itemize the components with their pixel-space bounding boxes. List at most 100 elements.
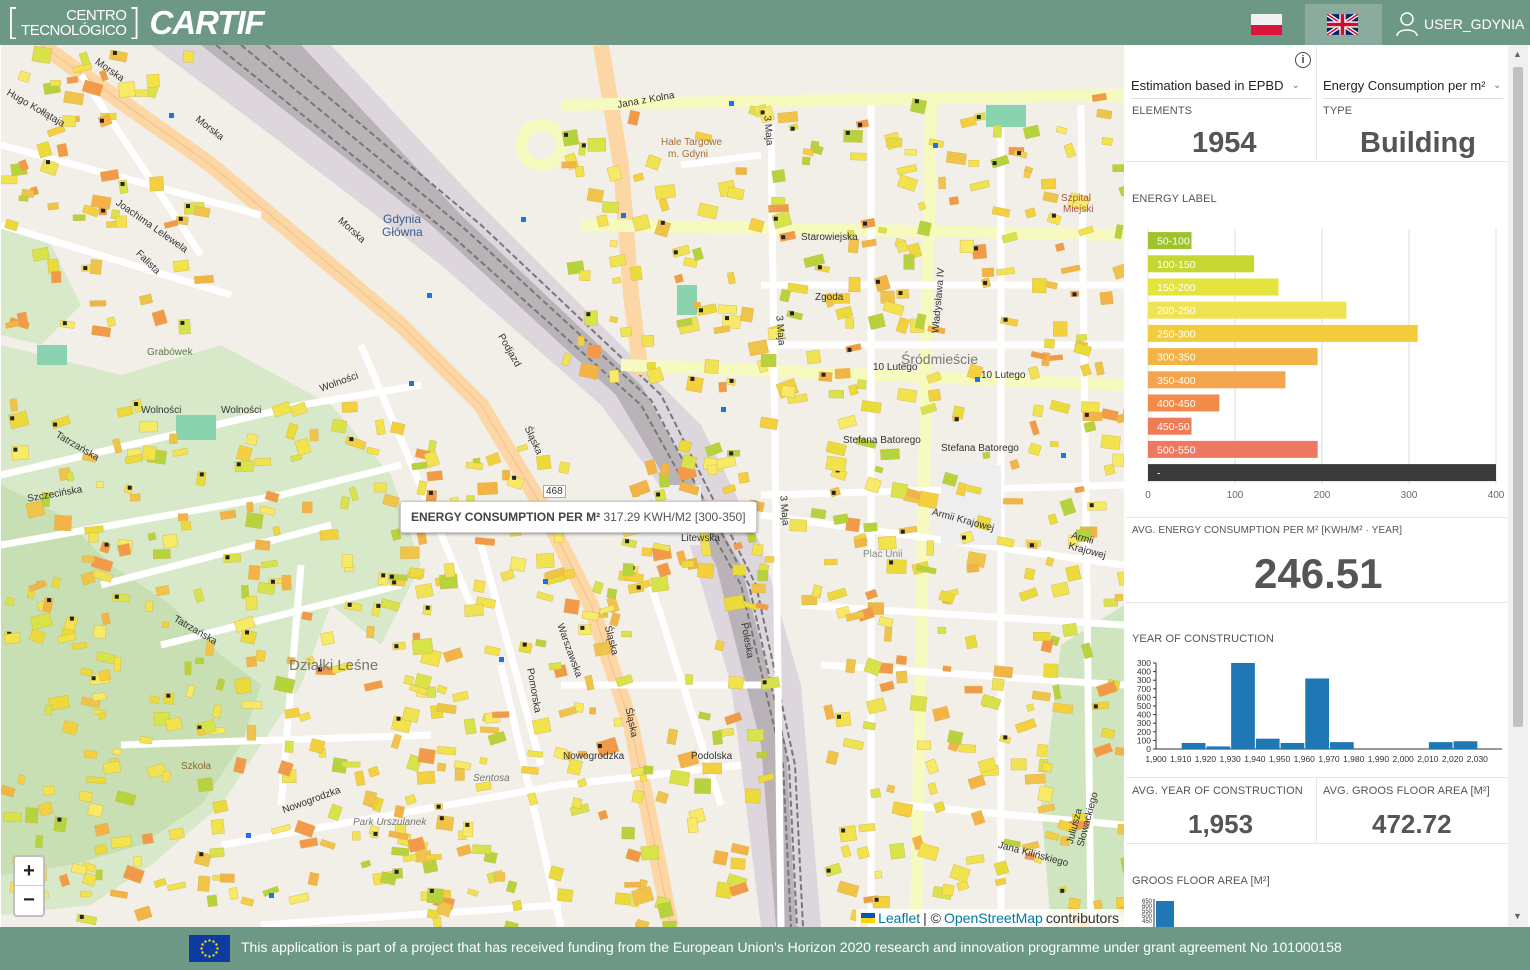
year-x-tick-label: 2,000: [1393, 754, 1415, 764]
year-y-tick-label: 400: [1137, 667, 1151, 677]
funding-text: This application is part of a project th…: [241, 939, 1342, 955]
area-bar[interactable]: [1156, 901, 1174, 927]
year-x-tick-label: 1,980: [1343, 754, 1365, 764]
energy-bar-label: 250-300: [1157, 328, 1196, 340]
energy-x-tick: 400: [1488, 490, 1505, 501]
year-y-tick-label: 700: [1137, 684, 1151, 694]
estimation-select[interactable]: Estimation based in EPBD ⌄: [1131, 73, 1311, 99]
user-name: USER_GDYNIA: [1424, 16, 1525, 32]
energy-label-title: ENERGY LABEL: [1132, 193, 1217, 205]
metric-select[interactable]: Energy Consumption per m² ⌄: [1323, 73, 1503, 99]
year-bar[interactable]: [1428, 742, 1453, 749]
energy-x-tick: 300: [1401, 490, 1418, 501]
tooltip-value: 317.29 KWH/M2 [300-350]: [603, 510, 746, 524]
energy-label-chart: 0 100 200 300 400 50-100 100-150 150-200 200-250…: [1145, 229, 1505, 501]
scrollbar-thumb[interactable]: [1513, 67, 1523, 727]
metric-select-value: Energy Consumption per m²: [1323, 78, 1485, 93]
year-x-tick-label: 1,930: [1220, 754, 1242, 764]
year-y-tick-label: 0: [1146, 744, 1151, 754]
funding-footer: This application is part of a project th…: [0, 927, 1530, 970]
poland-flag-icon[interactable]: [1251, 14, 1282, 35]
avg-area-value: 472.72: [1372, 809, 1452, 839]
year-bar[interactable]: [1280, 742, 1305, 749]
leaflet-link[interactable]: Leaflet: [878, 910, 920, 926]
year-bar[interactable]: [1330, 742, 1354, 749]
cartif-logo[interactable]: [ CENTRO TECNOLÓGICO ] CARTIF: [6, 3, 265, 41]
area-y-tick-label: 450: [1142, 919, 1153, 925]
avg-energy-value: 246.51: [1254, 550, 1383, 597]
language-en-button[interactable]: [1305, 4, 1382, 45]
energy-bar[interactable]: [1148, 464, 1496, 482]
eu-star: [204, 940, 207, 943]
year-bar[interactable]: [1206, 746, 1231, 749]
year-y-tick-label: 500: [1137, 701, 1151, 711]
estimation-select-value: Estimation based in EPBD: [1131, 78, 1284, 93]
panel-scrollbar[interactable]: ▲ ▼: [1508, 45, 1528, 927]
energy-x-tick: 0: [1145, 490, 1151, 501]
zoom-control: + −: [13, 855, 45, 917]
zoom-out-button[interactable]: −: [15, 886, 43, 915]
logo-brand-text: CARTIF: [149, 3, 264, 41]
elements-value: 1954: [1192, 127, 1257, 159]
year-bar[interactable]: [1305, 678, 1329, 749]
eu-star: [204, 954, 207, 957]
chevron-down-icon: ⌄: [1291, 80, 1300, 91]
energy-bar-label: 300-350: [1157, 352, 1196, 364]
building-tooltip: ENERGY CONSUMPTION PER M² 317.29 KWH/M2 …: [400, 501, 757, 533]
eu-star: [215, 943, 218, 946]
map-attribution: Leaflet | © OpenStreetMap contributors: [856, 909, 1124, 927]
user-menu[interactable]: USER_GDYNIA: [1396, 11, 1524, 37]
energy-bar-label: 150-200: [1157, 282, 1196, 294]
info-icon[interactable]: i: [1295, 52, 1311, 68]
avg-energy-label: AVG. ENERGY CONSUMPTION PER M² [KWH/M² ·…: [1132, 525, 1403, 536]
attribution-separator: | ©: [923, 910, 941, 926]
eu-star: [212, 954, 215, 957]
logo-top-text: CENTRO: [66, 6, 127, 24]
year-x-tick-label: 1,940: [1244, 754, 1266, 764]
avg-year-label: AVG. YEAR OF CONSTRUCTION: [1132, 785, 1303, 797]
year-x-tick-label: 1,900: [1145, 754, 1167, 764]
eu-star: [200, 947, 203, 950]
floor-area-chart: 650600550500450: [1142, 899, 1174, 927]
avg-year-value: 1,953: [1188, 809, 1254, 839]
stats-panel: i Estimation based in EPBD ⌄ Energy Cons…: [1126, 45, 1507, 927]
user-icon: [1396, 12, 1418, 37]
year-bar[interactable]: [1255, 738, 1280, 749]
avg-area-label: AVG. GROOS FLOOR AREA [M²]: [1323, 785, 1490, 797]
elements-label: ELEMENTS: [1132, 105, 1193, 117]
type-label: TYPE: [1323, 105, 1353, 117]
app-header: [ CENTRO TECNOLÓGICO ] CARTIF USER_GDYNI…: [0, 0, 1530, 45]
zoom-in-button[interactable]: +: [15, 857, 43, 886]
ukraine-flag-icon: [861, 913, 876, 923]
year-x-tick-label: 2,030: [1467, 754, 1489, 764]
year-bar[interactable]: [1453, 741, 1478, 749]
energy-bar-label: 50-100: [1157, 236, 1190, 248]
eu-star: [201, 951, 204, 954]
year-x-tick-label: 1,910: [1170, 754, 1192, 764]
map-base-layer[interactable]: [1, 45, 1124, 927]
eu-star: [208, 939, 211, 942]
year-y-tick-label: 300: [1137, 675, 1151, 685]
year-bar[interactable]: [1231, 663, 1255, 749]
map-view[interactable]: Gdynia Główna Śródmieście Działki Leśne …: [1, 45, 1124, 927]
scroll-up-icon[interactable]: ▲: [1513, 49, 1522, 59]
year-construction-chart: 01002003004005006007003004003001,900 1,91…: [1137, 658, 1502, 764]
energy-x-tick: 200: [1314, 490, 1331, 501]
year-bar[interactable]: [1181, 742, 1206, 749]
energy-bar-label: 400-450: [1157, 398, 1196, 410]
energy-bar-label: 100-150: [1157, 259, 1196, 271]
logo-bottom-text: TECNOLÓGICO: [21, 21, 127, 39]
eu-star: [212, 940, 215, 943]
tooltip-label: ENERGY CONSUMPTION PER M²: [411, 510, 601, 524]
year-x-tick-label: 1,960: [1294, 754, 1316, 764]
uk-flag-icon: [1327, 14, 1358, 35]
eu-star: [215, 951, 218, 954]
eu-star: [216, 947, 219, 950]
year-x-tick-label: 2,010: [1417, 754, 1439, 764]
energy-bar-label: -: [1157, 468, 1161, 480]
energy-bar-label: 450-50: [1157, 421, 1190, 433]
year-x-tick-label: 1,920: [1195, 754, 1217, 764]
energy-x-tick: 100: [1227, 490, 1244, 501]
osm-link[interactable]: OpenStreetMap: [944, 910, 1043, 926]
scroll-down-icon[interactable]: ▼: [1513, 911, 1522, 921]
